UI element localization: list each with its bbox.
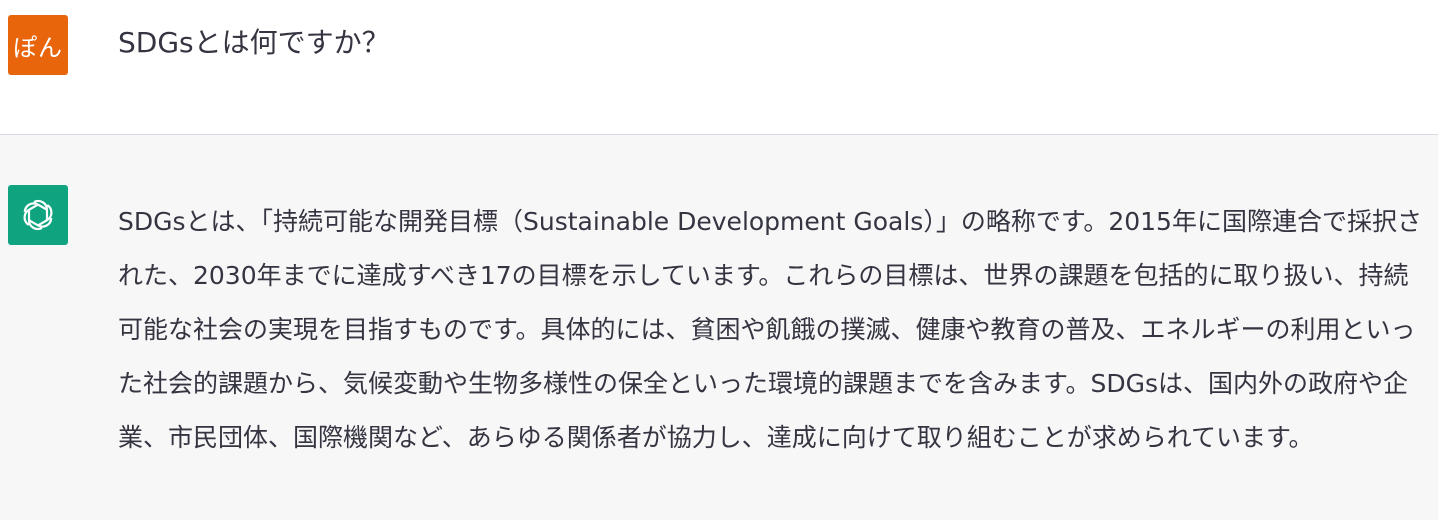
assistant-message-row: SDGsとは、「持続可能な開発目標（Sustainable Developmen… (0, 135, 1438, 520)
user-message-row: ぽん SDGsとは何ですか？ (0, 0, 1438, 134)
user-message-text: SDGsとは何ですか？ (118, 26, 390, 59)
assistant-avatar (8, 185, 68, 245)
openai-logo-icon (23, 199, 53, 231)
assistant-message-text: SDGsとは、「持続可能な開発目標（Sustainable Developmen… (118, 207, 1422, 452)
user-avatar: ぽん (8, 15, 68, 75)
